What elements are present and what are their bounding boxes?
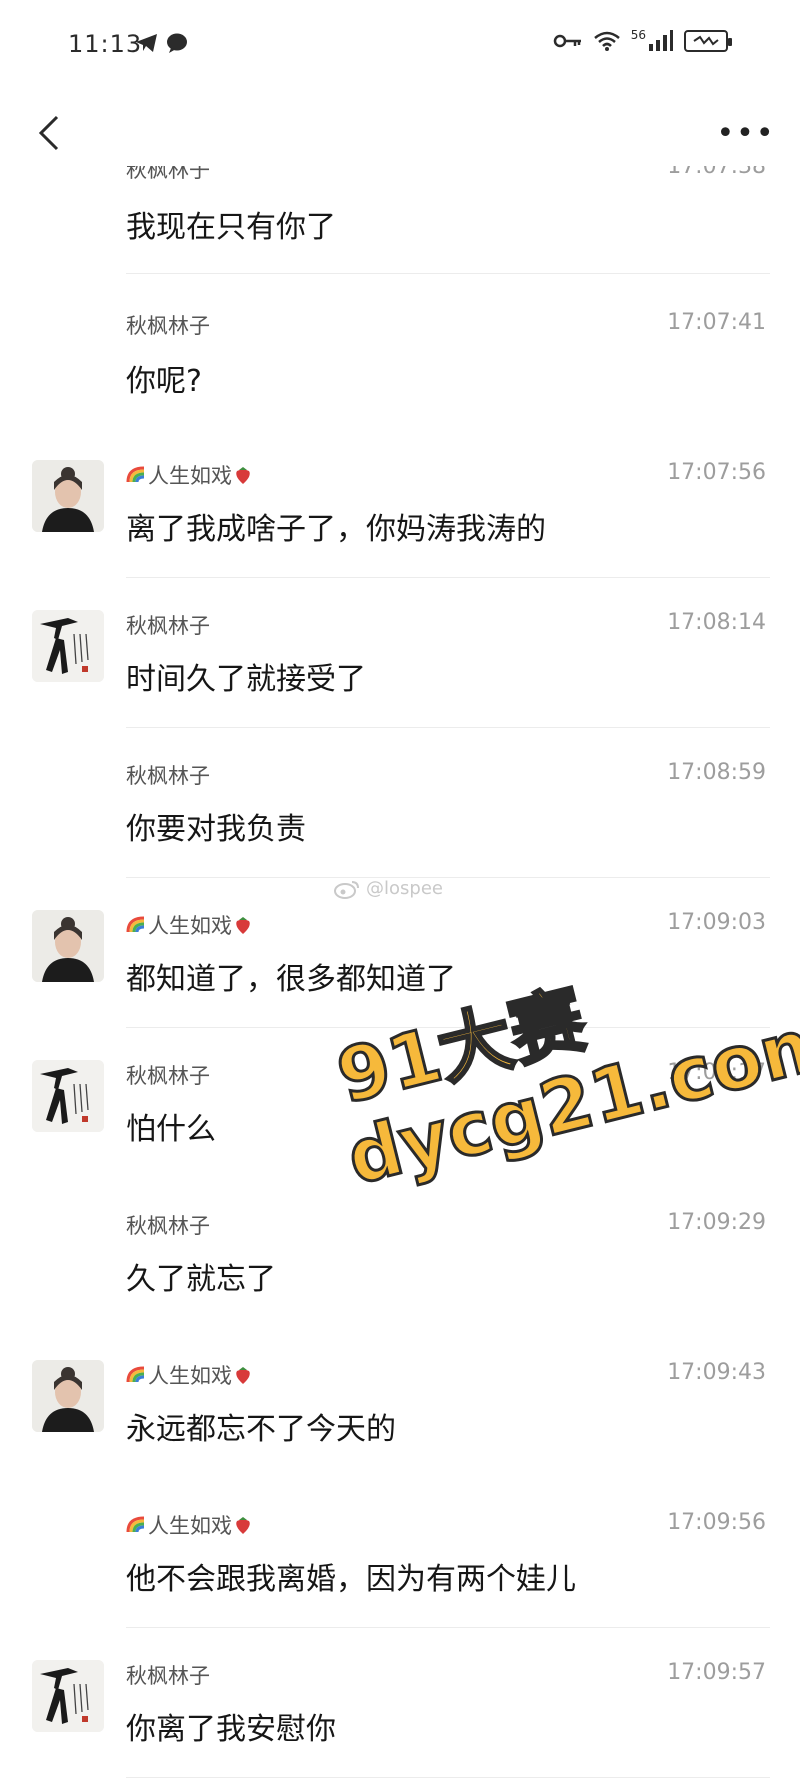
- sender-name: 秋枫林子: [126, 314, 210, 338]
- message-text: 我现在只有你了: [126, 210, 336, 245]
- status-bar: 11:13 56: [0, 0, 800, 100]
- avatar[interactable]: [32, 610, 104, 682]
- sender-name: 秋枫林子: [126, 1064, 210, 1088]
- avatar[interactable]: [32, 460, 104, 532]
- message-time: 17:09:57: [667, 1660, 766, 1685]
- message-text: 都知道了，很多都知道了: [126, 962, 456, 997]
- divider: [126, 577, 770, 578]
- avatar[interactable]: [32, 910, 104, 982]
- sender-name: 秋枫林子: [126, 1214, 210, 1238]
- sender-name: 人生如戏: [126, 1360, 254, 1390]
- message-time: 17:09:17: [667, 1060, 766, 1085]
- sender-name: 秋枫林子: [126, 160, 210, 182]
- message-text: 他不会跟我离婚，因为有两个娃儿: [126, 1562, 576, 1597]
- battery-icon: [684, 30, 732, 52]
- message-text: 久了就忘了: [126, 1262, 276, 1297]
- chevron-left-icon: [38, 115, 59, 151]
- avatar[interactable]: [32, 1660, 104, 1732]
- message-time: 17:09:29: [667, 1210, 766, 1235]
- message-text: 你要对我负责: [126, 812, 306, 847]
- divider: [126, 1627, 770, 1628]
- message-text: 你离了我安慰你: [126, 1712, 336, 1747]
- divider: [126, 877, 770, 878]
- strawberry-emoji-icon: [236, 467, 250, 484]
- message-time: 17:09:56: [667, 1510, 766, 1535]
- more-button[interactable]: •••: [716, 108, 776, 158]
- divider: [126, 1777, 770, 1778]
- sender-name: 人生如戏: [126, 1510, 254, 1540]
- sender-name: 秋枫林子: [126, 764, 210, 788]
- message-text: 你呢?: [126, 364, 202, 399]
- status-time: 11:13: [68, 30, 143, 58]
- message-text: 永远都忘不了今天的: [126, 1412, 396, 1447]
- weibo-logo-icon: [334, 880, 359, 899]
- divider: [126, 727, 770, 728]
- message-time: 17:07:38: [667, 160, 766, 179]
- message-time: 17:09:03: [667, 910, 766, 935]
- sender-name: 人生如戏: [126, 460, 254, 490]
- message-time: 17:07:41: [667, 310, 766, 335]
- sender-name: 秋枫林子: [126, 1664, 210, 1688]
- status-icons-left: [135, 32, 189, 54]
- chat-bubble-icon: [167, 33, 187, 53]
- wifi-icon: [593, 31, 620, 51]
- message-time: 17:09:43: [667, 1360, 766, 1385]
- avatar[interactable]: [32, 1360, 104, 1432]
- strawberry-emoji-icon: [236, 1517, 250, 1534]
- rainbow-emoji-icon: [126, 1516, 145, 1533]
- back-button[interactable]: [24, 108, 74, 158]
- rainbow-emoji-icon: [126, 466, 145, 483]
- message-text: 离了我成啥子了，你妈涛我涛的: [126, 512, 546, 547]
- avatar[interactable]: [32, 1060, 104, 1132]
- message-time: 17:08:14: [667, 610, 766, 635]
- signal-icon: [649, 30, 673, 51]
- status-icons-right: 56: [553, 28, 732, 52]
- message-text: 怕什么: [126, 1112, 216, 1147]
- divider: [126, 273, 770, 274]
- weibo-watermark: @lospee: [334, 878, 443, 899]
- divider: [126, 1027, 770, 1028]
- sender-name: 秋枫林子: [126, 614, 210, 638]
- rainbow-emoji-icon: [126, 916, 145, 933]
- message-time: 17:08:59: [667, 760, 766, 785]
- network-type-label: 56: [630, 28, 646, 42]
- message-time: 17:07:56: [667, 460, 766, 485]
- strawberry-emoji-icon: [236, 1367, 250, 1384]
- sender-name: 人生如戏: [126, 910, 254, 940]
- strawberry-emoji-icon: [236, 917, 250, 934]
- message-text: 时间久了就接受了: [126, 662, 366, 697]
- chat-list: 秋枫林子 17:07:38 我现在只有你了 秋枫林子 17:07:41 你呢? …: [0, 160, 800, 1787]
- key-icon: [553, 34, 581, 48]
- telegram-icon: [136, 34, 157, 52]
- rainbow-emoji-icon: [126, 1366, 145, 1383]
